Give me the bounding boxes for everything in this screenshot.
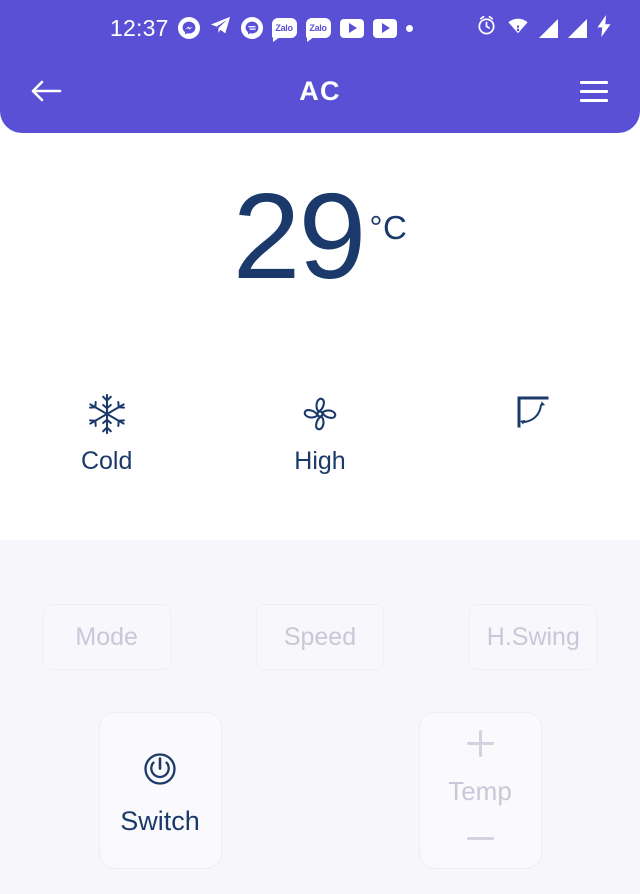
state-speed: High <box>213 388 426 474</box>
temp-increase-button[interactable] <box>460 729 500 757</box>
switch-button-label: Switch <box>120 805 200 836</box>
state-mode: Cold <box>0 388 213 474</box>
more-dot-icon <box>405 24 413 32</box>
menu-line <box>580 89 608 93</box>
status-bar-right <box>476 14 612 42</box>
temp-decrease-button[interactable] <box>460 824 500 852</box>
zalo-icon: Zalo <box>271 18 297 42</box>
hswing-button-label: H.Swing <box>486 622 580 651</box>
page-title: AC <box>299 75 341 106</box>
play-triangle-icon <box>381 23 390 33</box>
zalo-icon: Zalo <box>305 18 331 42</box>
signal-bars-icon <box>568 18 587 38</box>
play-triangle-icon <box>348 23 357 33</box>
fan-icon <box>296 388 344 440</box>
temp-stepper[interactable]: Temp <box>418 712 542 869</box>
temperature-value: 29 <box>232 168 367 304</box>
speed-button-label: Speed <box>283 622 357 651</box>
youtube-icon <box>372 18 397 38</box>
snowflake-icon <box>84 388 130 440</box>
mode-chip-row: Mode Speed H.Swing <box>0 604 640 670</box>
alarm-clock-icon <box>476 15 497 41</box>
power-icon <box>138 747 182 796</box>
action-row: Switch Temp <box>0 712 640 869</box>
switch-button[interactable]: Switch <box>98 712 222 869</box>
speed-button[interactable]: Speed <box>255 604 384 670</box>
current-state-row: Cold High <box>0 388 640 474</box>
control-panel: Mode Speed H.Swing Switch Temp <box>0 540 640 894</box>
mode-button-label: Mode <box>75 622 138 651</box>
messenger-icon <box>177 17 200 39</box>
wifi-icon <box>507 16 529 40</box>
swing-angle-icon <box>511 388 555 440</box>
hamburger-menu-icon[interactable] <box>574 71 614 111</box>
menu-line <box>580 80 608 84</box>
telegram-icon <box>209 14 232 42</box>
youtube-icon <box>339 18 364 38</box>
state-mode-label: Cold <box>80 447 133 475</box>
status-panel: 29 °C Cold High <box>0 133 640 540</box>
zalo-label: Zalo <box>309 22 327 33</box>
menu-line <box>580 98 608 102</box>
status-bar-left: 12:37 Zalo Zalo <box>110 14 413 42</box>
state-swing <box>427 388 640 474</box>
temperature-unit: °C <box>369 209 408 246</box>
state-speed-label: High <box>294 447 346 475</box>
chat-bubble-icon <box>240 17 263 39</box>
mode-button[interactable]: Mode <box>42 604 171 670</box>
status-clock: 12:37 <box>110 14 169 41</box>
hswing-button[interactable]: H.Swing <box>469 604 598 670</box>
ac-control-screen: 12:37 Zalo Zalo AC 29 °C Cold High Mode … <box>0 0 640 894</box>
battery-charging-icon <box>597 14 612 42</box>
zalo-label: Zalo <box>275 22 293 33</box>
app-bar: AC <box>0 56 640 126</box>
signal-bars-icon <box>539 18 558 38</box>
back-button[interactable] <box>26 71 66 111</box>
temp-stepper-label: Temp <box>448 775 512 806</box>
temperature-readout: 29 °C <box>0 175 640 297</box>
status-bar: 12:37 Zalo Zalo <box>0 0 640 56</box>
